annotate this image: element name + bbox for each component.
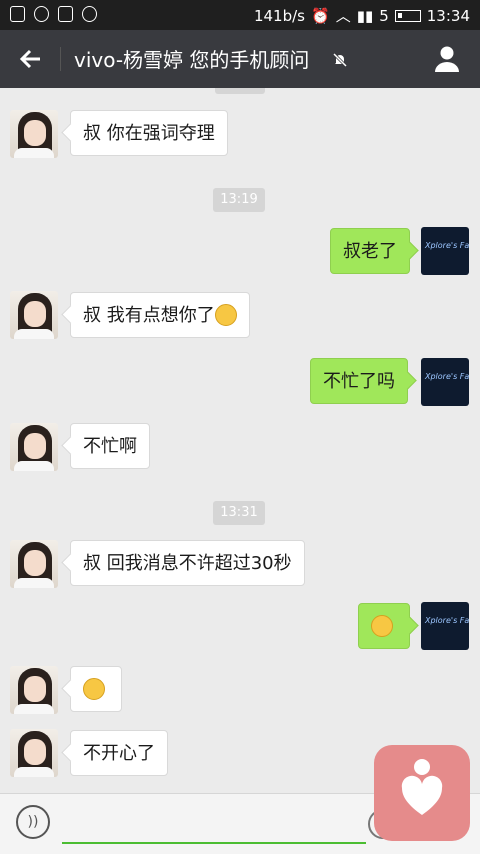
message-text: 不忙了吗 bbox=[323, 371, 395, 392]
outgoing-message[interactable]: 不忙了吗 bbox=[310, 358, 408, 404]
incoming-message[interactable]: 叔 你在强词夺理 bbox=[70, 110, 228, 156]
image-icon bbox=[58, 6, 73, 22]
arrow-left-icon bbox=[19, 49, 40, 69]
voice-icon: )) bbox=[27, 814, 39, 830]
notification-icon bbox=[10, 6, 25, 22]
avatar-text: Xplore's Fatema bbox=[425, 616, 469, 625]
title-bar: vivo-杨雪婷 您的手机顾问 bbox=[0, 30, 480, 88]
incoming-message[interactable]: 叔 回我消息不许超过30秒 bbox=[70, 540, 305, 586]
message-text: 叔老了 bbox=[343, 241, 397, 262]
shush-emoji-icon bbox=[371, 615, 393, 637]
my-avatar[interactable]: Xplore's Fatema bbox=[421, 227, 469, 275]
heart-icon bbox=[401, 775, 443, 815]
outgoing-message[interactable] bbox=[358, 603, 410, 649]
status-bar: 141b/s ⏰ ︿ ▮▮ 5 13:34 bbox=[0, 0, 480, 30]
contact-avatar[interactable] bbox=[10, 729, 58, 777]
message-text: 不忙啊 bbox=[83, 436, 137, 457]
more-dots-icon bbox=[82, 6, 97, 22]
mute-bell-icon bbox=[332, 52, 348, 68]
incoming-message[interactable] bbox=[70, 666, 122, 712]
title-divider bbox=[60, 47, 61, 71]
chat-title: vivo-杨雪婷 您的手机顾问 bbox=[74, 48, 310, 72]
incoming-message[interactable]: 叔 我有点想你了 bbox=[70, 292, 250, 338]
my-avatar[interactable]: Xplore's Fatema bbox=[421, 358, 469, 406]
floating-app-button[interactable] bbox=[374, 745, 470, 841]
timestamp: 13:31 bbox=[213, 501, 265, 525]
message-text: 叔 你在强词夺理 bbox=[83, 123, 215, 144]
confused-emoji-icon bbox=[83, 678, 105, 700]
app-head-dot bbox=[414, 759, 430, 775]
net-speed: 141b/s bbox=[253, 6, 305, 25]
timestamp-remnant bbox=[215, 88, 265, 94]
avatar-text: Xplore's Fatema bbox=[425, 372, 469, 381]
my-avatar[interactable]: Xplore's Fatema bbox=[421, 602, 469, 650]
person-icon[interactable] bbox=[432, 44, 462, 74]
battery-icon bbox=[394, 9, 421, 22]
message-text: 不开心了 bbox=[83, 743, 155, 764]
signal-icon: ▮▮ bbox=[356, 6, 374, 25]
avatar-text: Xplore's Fatema bbox=[425, 241, 469, 250]
confused-emoji-icon bbox=[214, 304, 237, 326]
signal-label: 5 bbox=[379, 6, 389, 25]
status-time: 13:34 bbox=[426, 6, 470, 25]
contact-avatar[interactable] bbox=[10, 423, 58, 471]
message-input[interactable] bbox=[62, 810, 366, 844]
qq-icon bbox=[34, 6, 49, 22]
back-button[interactable] bbox=[14, 42, 48, 76]
timestamp: 13:19 bbox=[213, 188, 265, 212]
incoming-message[interactable]: 不开心了 bbox=[70, 730, 168, 776]
contact-avatar[interactable] bbox=[10, 540, 58, 588]
wifi-icon: ︿ bbox=[335, 7, 351, 25]
message-text: 叔 我有点想你了 bbox=[83, 305, 215, 326]
alarm-icon: ⏰ bbox=[311, 6, 330, 25]
contact-avatar[interactable] bbox=[10, 666, 58, 714]
voice-button[interactable]: )) bbox=[16, 805, 50, 839]
contact-avatar[interactable] bbox=[10, 291, 58, 339]
message-text: 叔 回我消息不许超过30秒 bbox=[83, 553, 292, 574]
contact-avatar[interactable] bbox=[10, 110, 58, 158]
outgoing-message[interactable]: 叔老了 bbox=[330, 228, 410, 274]
incoming-message[interactable]: 不忙啊 bbox=[70, 423, 150, 469]
